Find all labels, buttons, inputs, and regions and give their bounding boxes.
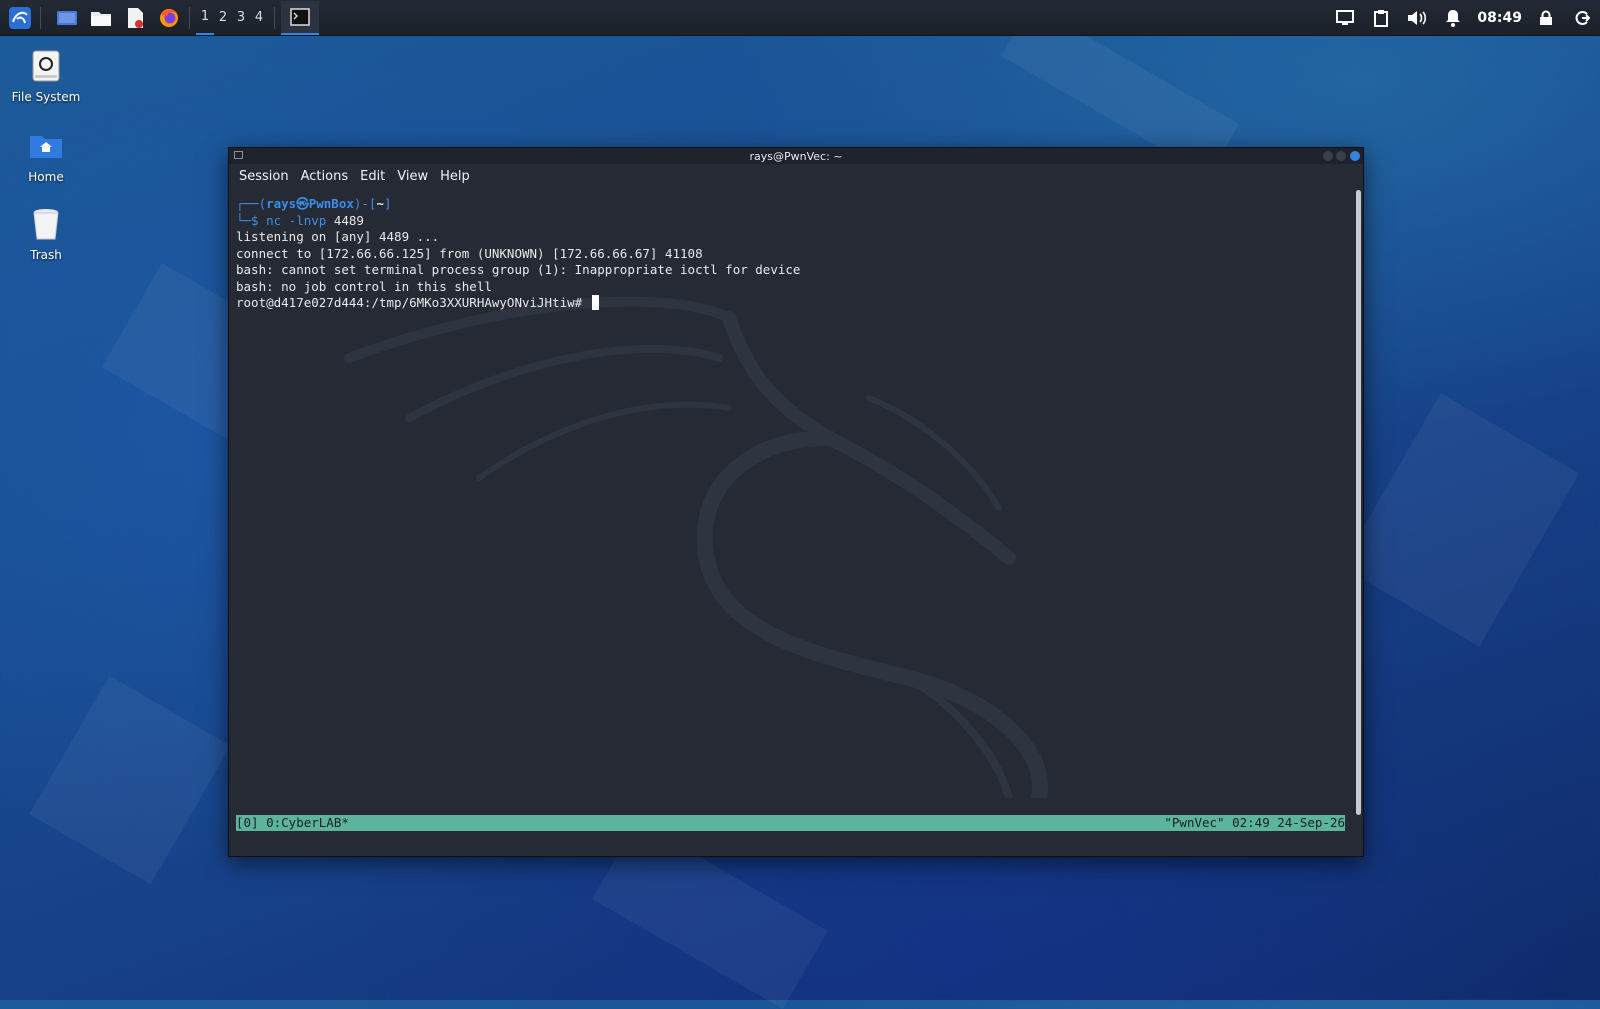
panel-separator <box>40 6 41 29</box>
panel-separator <box>189 6 190 29</box>
home-folder-icon <box>26 126 66 166</box>
terminal-window: rays@PwnVec: ~ Session Actions Edit View… <box>228 147 1364 857</box>
typed-command: nc -lnvp <box>266 212 327 228</box>
system-tray: 08:49 <box>1327 0 1600 36</box>
text-editor-icon[interactable] <box>121 4 149 32</box>
menu-bar: Session Actions Edit View Help <box>229 164 1363 188</box>
terminal-task-icon <box>290 7 310 26</box>
menu-help[interactable]: Help <box>434 169 476 184</box>
prompt-host: PwnBox <box>308 196 354 211</box>
prompt-at: ㉿ <box>296 196 309 211</box>
workspace-2[interactable]: 2 <box>214 1 232 35</box>
lock-icon[interactable] <box>1528 0 1564 36</box>
output-line: connect to [172.66.66.125] from (UNKNOWN… <box>236 245 703 261</box>
kali-dragon-watermark <box>344 296 1049 798</box>
tmux-status-right: "PwnVec" 02:49 24-Sep-26 <box>1164 815 1345 830</box>
wallpaper-shard <box>29 675 231 885</box>
window-title: rays@PwnVec: ~ <box>749 149 843 163</box>
prompt-user: rays <box>266 196 297 211</box>
panel-separator <box>274 6 275 29</box>
file-manager-icon[interactable] <box>87 4 115 32</box>
scrollbar[interactable] <box>1356 190 1361 815</box>
output-line: bash: cannot set terminal process group … <box>236 262 801 277</box>
output-line: bash: no job control in this shell <box>236 278 492 294</box>
text-cursor <box>591 295 599 310</box>
desktop-icon-trash[interactable]: Trash <box>6 204 86 262</box>
display-icon[interactable] <box>1327 0 1363 36</box>
desktop-icon-label: Trash <box>30 248 62 262</box>
notification-bell-icon[interactable] <box>1435 0 1471 36</box>
window-menu-icon[interactable] <box>234 151 243 159</box>
kali-menu-icon[interactable] <box>6 4 34 32</box>
close-button[interactable] <box>1350 151 1360 161</box>
prompt-mid: )-[ <box>353 196 377 211</box>
logout-icon[interactable] <box>1564 0 1600 36</box>
workspace-3[interactable]: 3 <box>232 1 250 35</box>
clipboard-icon[interactable] <box>1363 0 1399 36</box>
workspace-1[interactable]: 1 <box>196 1 214 35</box>
desktop-icon-file-system[interactable]: File System <box>6 46 86 104</box>
wallpaper-shard <box>1340 393 1580 647</box>
terminal-lines: ┌──(rays㉿PwnBox)-[~] └─$ nc -lnvp 4489 l… <box>236 196 800 312</box>
show-desktop-icon[interactable] <box>53 4 81 32</box>
volume-icon[interactable] <box>1399 0 1435 36</box>
prompt-frame-bottom: └─$ <box>236 212 267 228</box>
trash-icon <box>26 204 66 244</box>
desktop-icon-label: Home <box>28 170 64 184</box>
top-panel: 1 2 3 4 08:49 <box>0 0 1600 36</box>
tmux-status-bar: [0] 0:CyberLAB* "PwnVec" 02:49 24-Sep-26 <box>236 815 1345 831</box>
output-line: listening on [any] 4489 ... <box>236 229 440 244</box>
workspace-4[interactable]: 4 <box>250 1 268 35</box>
menu-actions[interactable]: Actions <box>295 169 355 184</box>
firefox-icon[interactable] <box>155 4 183 32</box>
command-argument: 4489 <box>326 212 364 228</box>
minimize-button[interactable] <box>1323 151 1333 161</box>
menu-view[interactable]: View <box>391 169 434 184</box>
terminal-output[interactable]: ┌──(rays㉿PwnBox)-[~] └─$ nc -lnvp 4489 l… <box>229 188 1363 856</box>
prompt-dir: ~ <box>376 196 384 211</box>
menu-edit[interactable]: Edit <box>354 169 391 184</box>
tmux-window-list: [0] 0:CyberLAB* <box>236 815 349 830</box>
menu-session[interactable]: Session <box>233 169 295 184</box>
maximize-button[interactable] <box>1336 151 1346 161</box>
prompt-close: ] <box>384 196 392 211</box>
shell-prompt: root@d417e027d444:/tmp/6MKo3XXURHAwyONvi… <box>236 295 590 310</box>
taskbar-terminal-button[interactable] <box>281 0 319 35</box>
panel-clock[interactable]: 08:49 <box>1471 10 1528 26</box>
prompt-frame-top: ┌──( <box>236 196 267 211</box>
desktop-icon-label: File System <box>11 90 81 104</box>
drive-icon <box>26 46 66 86</box>
window-titlebar[interactable]: rays@PwnVec: ~ <box>229 148 1363 164</box>
desktop-icon-home[interactable]: Home <box>6 126 86 184</box>
